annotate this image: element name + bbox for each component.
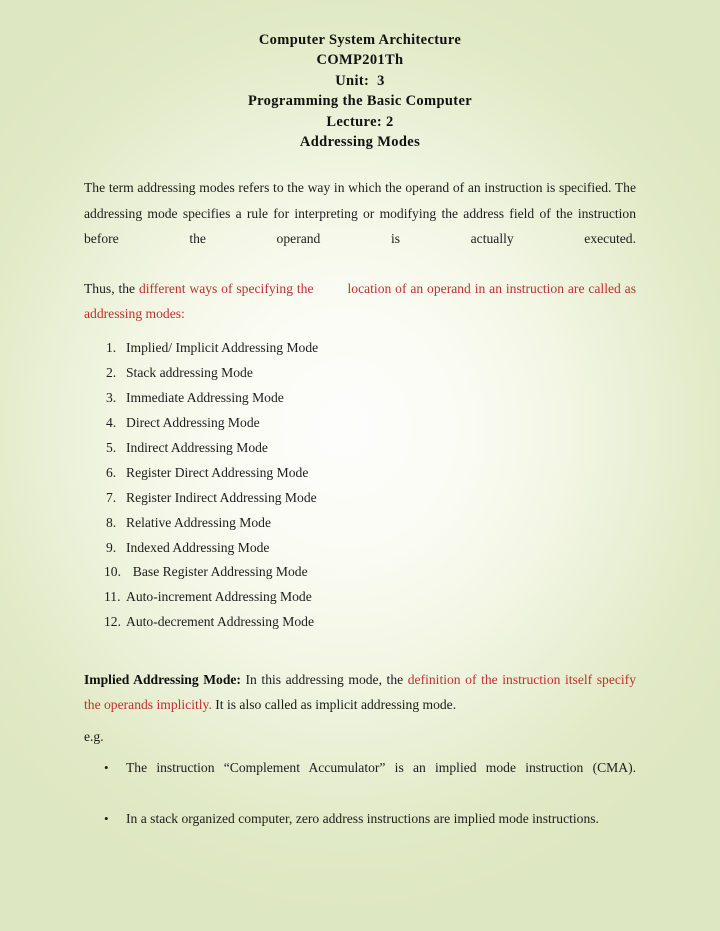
list-item: 8. Relative Addressing Mode: [84, 514, 636, 531]
addressing-modes-list: 1. Implied/ Implicit Addressing Mode 2. St…: [84, 339, 636, 630]
list-item-label: Indexed Addressing Mode: [126, 539, 270, 555]
list-item-label: Base Register Addressing Mode: [126, 563, 308, 579]
thus-colon: :: [181, 306, 185, 322]
document-header: Computer System Architecture COMP201Th U…: [0, 0, 720, 152]
list-item: 4. Direct Addressing Mode: [84, 414, 636, 431]
header-line-title: Computer System Architecture: [258, 32, 462, 48]
list-item-label: Stack addressing Mode: [126, 364, 253, 380]
list-item-label: Relative Addressing Mode: [126, 514, 271, 530]
header-line-course-code: COMP201Th: [316, 52, 404, 69]
implied-mode-heading: Implied Addressing Mode:: [84, 671, 241, 687]
bullet-icon: •: [104, 810, 109, 826]
list-item-number: 2.: [106, 364, 117, 380]
list-item: 11. Auto-increment Addressing Mode: [84, 588, 636, 605]
thus-lead-text: Thus, the: [84, 281, 139, 297]
list-item: 2. Stack addressing Mode: [84, 364, 636, 381]
list-item: 9. Indexed Addressing Mode: [84, 539, 636, 556]
example-text: The instruction “Complement Accumulator”…: [126, 760, 636, 776]
document-page: Computer System Architecture COMP201Th U…: [0, 0, 720, 931]
list-item-label: Implied/ Implicit Addressing Mode: [126, 339, 319, 355]
list-item-label: Auto-decrement Addressing Mode: [126, 613, 315, 629]
header-line-subtitle: Addressing Modes: [299, 134, 421, 151]
list-item-number: 4.: [106, 414, 117, 430]
list-item: • The instruction “Complement Accumulato…: [84, 755, 636, 805]
list-item-number: 8.: [106, 514, 117, 530]
list-item-number: 5.: [106, 439, 117, 455]
intro-paragraph: The term addressing modes refers to the …: [84, 180, 636, 246]
list-item: 6. Register Direct Addressing Mode: [84, 464, 636, 481]
list-item: • In a stack organized computer, zero ad…: [84, 806, 636, 831]
eg-label: e.g.: [84, 729, 104, 745]
list-item-label: Indirect Addressing Mode: [126, 439, 268, 455]
thus-red-segment-one: different ways of specifying the: [138, 281, 314, 297]
implied-text-after: It is also called as implicit addressing…: [211, 696, 457, 712]
implied-mode-paragraph: Implied Addressing Mode: In this address…: [84, 667, 636, 717]
list-item-label: Auto-increment Addressing Mode: [126, 588, 312, 604]
list-item-number: 7.: [106, 489, 117, 505]
document-body: The term addressing modes refers to the …: [84, 175, 636, 830]
list-item-number: 11.: [104, 588, 121, 604]
list-item-number: 1.: [106, 339, 117, 355]
header-line-lecture: Lecture: 2: [326, 113, 394, 130]
example-text: In a stack organized computer, zero addr…: [126, 810, 599, 826]
examples-list: • The instruction “Complement Accumulato…: [84, 755, 636, 831]
list-item-number: 6.: [106, 464, 117, 480]
list-item-number: 12.: [104, 613, 121, 629]
implied-text-before: In this addressing mode, the: [240, 671, 408, 687]
header-line-unit: Unit: 3: [335, 72, 385, 89]
bullet-icon: •: [104, 760, 109, 776]
thus-paragraph: Thus, the different ways of specifying t…: [84, 276, 636, 326]
list-item-number: 9.: [106, 539, 117, 555]
list-item-label: Immediate Addressing Mode: [126, 389, 284, 405]
list-item: 5. Indirect Addressing Mode: [84, 439, 636, 456]
list-item: 10. Base Register Addressing Mode: [84, 563, 636, 580]
list-item-number: 10.: [104, 563, 121, 579]
list-item-label: Direct Addressing Mode: [126, 414, 260, 430]
list-item: 3. Immediate Addressing Mode: [84, 389, 636, 406]
list-item: 7. Register Indirect Addressing Mode: [84, 489, 636, 506]
list-item: 1. Implied/ Implicit Addressing Mode: [84, 339, 636, 356]
list-item-label: Register Direct Addressing Mode: [126, 464, 309, 480]
header-line-topic: Programming the Basic Computer: [247, 93, 473, 110]
list-item-number: 3.: [106, 389, 117, 405]
list-item: 12. Auto-decrement Addressing Mode: [84, 613, 636, 630]
list-item-label: Register Indirect Addressing Mode: [126, 489, 317, 505]
